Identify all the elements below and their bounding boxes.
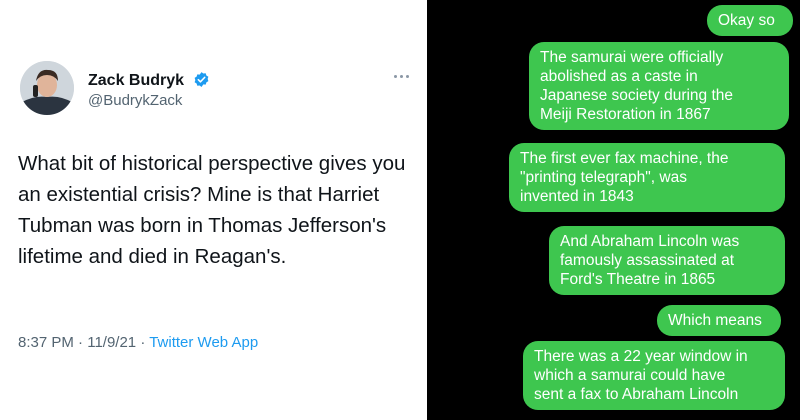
tweet-time[interactable]: 8:37 PM	[18, 334, 74, 351]
more-options-icon[interactable]	[390, 70, 412, 82]
tweet-metadata: 8:37 PM · 11/9/21 · Twitter Web App	[18, 334, 258, 351]
tweet-card: Zack Budryk @BudrykZack What bit of hist…	[0, 0, 427, 420]
meta-separator: ·	[136, 334, 150, 351]
tweet-date[interactable]: 11/9/21	[87, 334, 136, 351]
meta-separator: ·	[73, 334, 88, 351]
display-name[interactable]: Zack Budryk	[88, 71, 210, 90]
user-handle[interactable]: @BudrykZack	[88, 92, 182, 109]
verified-badge-icon	[194, 72, 208, 87]
display-name-text[interactable]: Zack Budryk	[88, 72, 184, 89]
message-bubble: Okay so	[707, 5, 793, 36]
tweet-text: What bit of historical perspective gives…	[18, 152, 406, 268]
message-bubble: Which means	[657, 305, 781, 336]
message-bubble: There was a 22 year window in which a sa…	[523, 341, 785, 410]
tweet-source-link[interactable]: Twitter Web App	[149, 334, 258, 351]
chat-thread: Okay so The samurai were officially abol…	[427, 0, 800, 420]
avatar[interactable]	[20, 61, 74, 115]
message-bubble: The first ever fax machine, the "printin…	[509, 143, 785, 212]
message-bubble: And Abraham Lincoln was famously assassi…	[549, 226, 785, 295]
message-bubble: The samurai were officially abolished as…	[529, 42, 789, 130]
